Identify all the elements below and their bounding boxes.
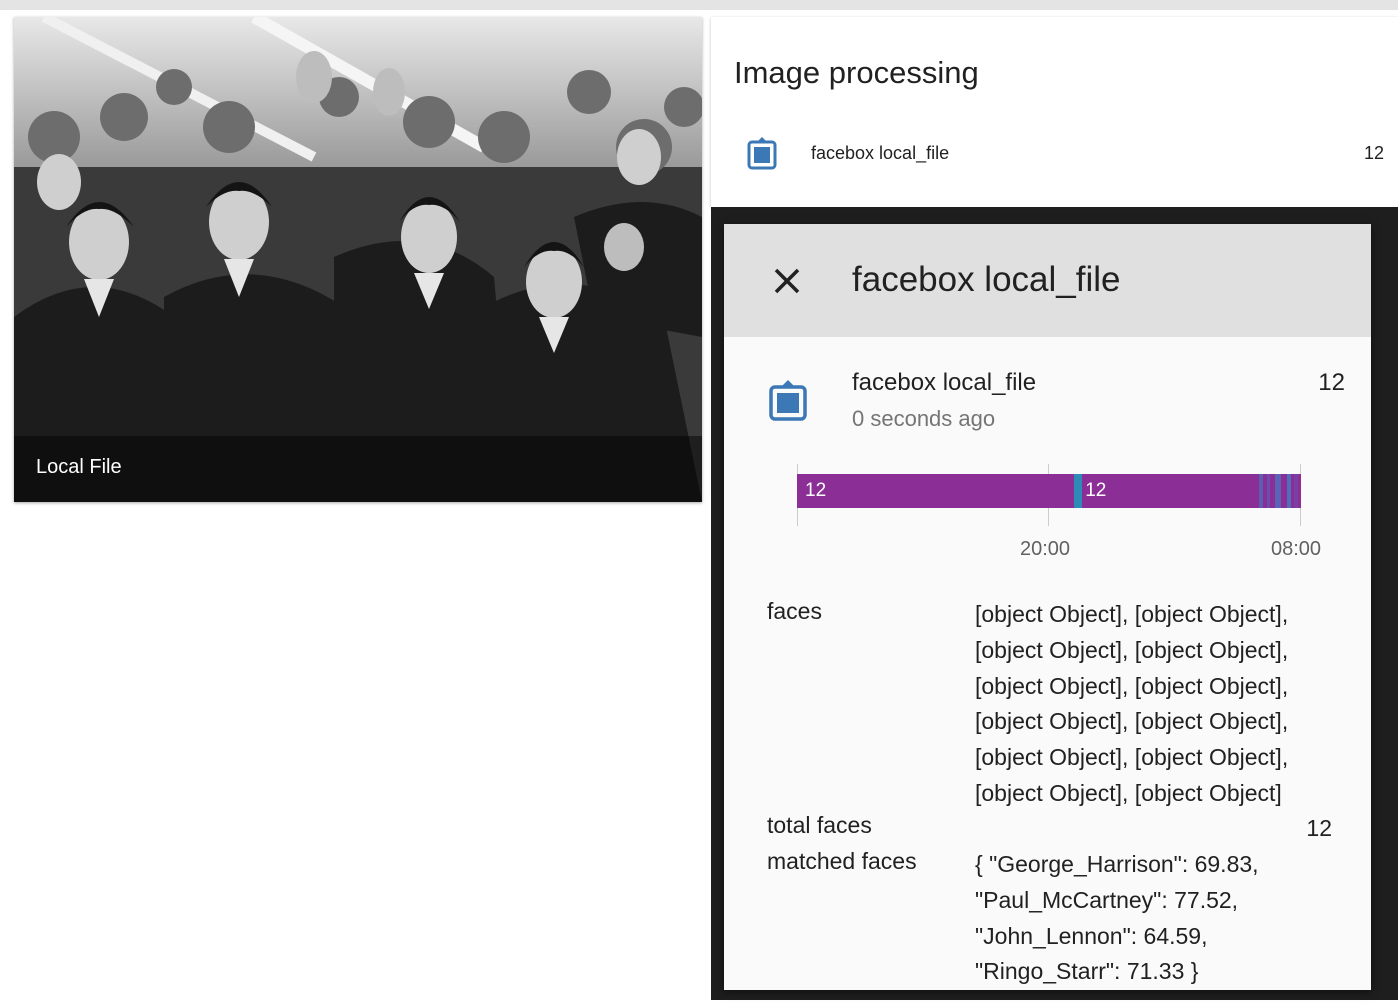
state-change-marker xyxy=(1287,474,1291,508)
tick-label: 08:00 xyxy=(1271,538,1322,560)
dialog-entity-name: facebox local_file xyxy=(852,369,1037,396)
state-change-marker xyxy=(1267,474,1270,508)
state-change-marker xyxy=(1259,474,1263,508)
attribute-key: total faces xyxy=(767,812,872,838)
attribute-value: { "George_Harrison": 69.83, "Paul_McCart… xyxy=(975,851,1259,985)
last-changed: 0 seconds ago xyxy=(852,406,996,431)
attribute-value: [object Object], [object Object], [objec… xyxy=(975,601,1289,806)
attribute-row-total-faces: total faces 12 xyxy=(767,811,1347,847)
camera-photo xyxy=(14,17,702,502)
card-title: Image processing xyxy=(734,55,979,90)
attribute-key: matched faces xyxy=(767,848,917,874)
attribute-key: faces xyxy=(767,598,822,624)
attribute-row-faces: faces [object Object], [object Object], … xyxy=(767,597,1347,811)
dialog-header: facebox local_file xyxy=(724,224,1371,337)
close-icon[interactable] xyxy=(768,262,806,300)
camera-card[interactable]: Local File xyxy=(14,17,702,502)
history-timeline[interactable]: 12 12 20:00 08:00 xyxy=(724,458,1371,560)
camera-caption-bar: Local File xyxy=(14,436,702,502)
entity-name: facebox local_file xyxy=(811,143,950,163)
dialog-entity-row: facebox local_file 0 seconds ago 12 xyxy=(724,364,1371,444)
dialog-title: facebox local_file xyxy=(852,260,1121,299)
dialog-entity-state: 12 xyxy=(1318,369,1345,396)
entity-state: 12 xyxy=(1363,143,1384,163)
state-change-marker xyxy=(1275,474,1281,508)
clipboard-icon xyxy=(769,380,807,421)
segment-label: 12 xyxy=(1085,480,1107,501)
attribute-value: 12 xyxy=(1306,815,1332,841)
segment-label: 12 xyxy=(805,480,827,501)
attributes-table: faces [object Object], [object Object], … xyxy=(767,597,1347,990)
image-processing-card: Image processing facebox local_file 12 xyxy=(711,17,1398,207)
state-change-marker xyxy=(1074,474,1082,508)
entity-row[interactable]: facebox local_file 12 xyxy=(711,133,1398,177)
attribute-row-matched-faces: matched faces { "George_Harrison": 69.83… xyxy=(767,847,1347,990)
camera-caption: Local File xyxy=(36,456,122,478)
history-bar[interactable]: 12 12 xyxy=(797,474,1301,508)
tick-label: 20:00 xyxy=(1020,538,1071,560)
clipboard-icon xyxy=(747,137,777,170)
top-strip xyxy=(0,0,1398,10)
state-change-marker xyxy=(1294,474,1298,508)
more-info-dialog: facebox local_file facebox local_file 0 … xyxy=(724,224,1371,990)
